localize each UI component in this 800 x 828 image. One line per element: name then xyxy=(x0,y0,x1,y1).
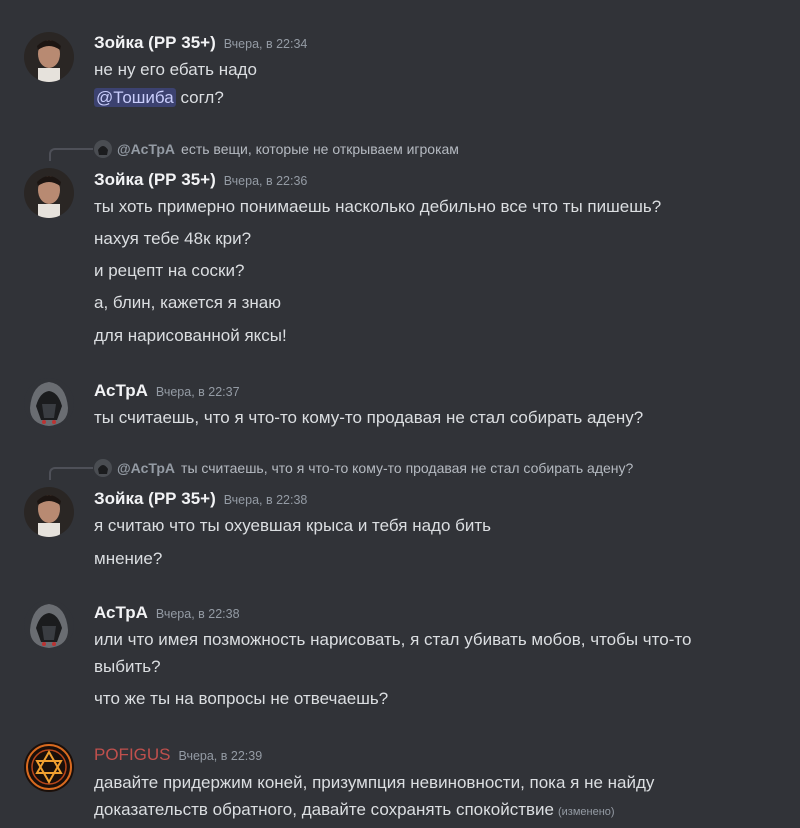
reply-spine xyxy=(49,467,93,480)
message-text: нахуя тебе 48к кри? xyxy=(94,229,252,248)
user-avatar[interactable] xyxy=(24,600,74,650)
message-text: ты хоть примерно понимаешь насколько деб… xyxy=(94,197,662,216)
reply-author[interactable]: @АсТрА xyxy=(117,460,175,476)
user-avatar[interactable] xyxy=(24,742,74,792)
message-text: и рецепт на соски? xyxy=(94,261,245,280)
message-text: ты считаешь, что я что-то кому-то продав… xyxy=(94,408,644,427)
reply-text[interactable]: есть вещи, которые не открываем игрокам xyxy=(181,141,459,157)
reply-spine xyxy=(49,148,93,161)
user-avatar[interactable] xyxy=(24,487,74,537)
message-text: не ну его ебать надо xyxy=(94,60,257,79)
message-text: давайте придержим коней, призумпция неви… xyxy=(94,773,655,792)
message-text: а, блин, кажется я знаю xyxy=(94,293,281,312)
author-label[interactable]: POFIGUS xyxy=(94,745,171,764)
message-text: выбить? xyxy=(94,657,161,676)
author-label[interactable]: Зойка (РР 35+) xyxy=(94,170,216,189)
message-text: мнение? xyxy=(94,549,163,568)
author-name[interactable]: АсТрА Вчера, в 22:38 xyxy=(94,603,240,623)
edited-marker: (изменено) xyxy=(557,806,615,818)
user-avatar[interactable] xyxy=(24,168,74,218)
timestamp: Вчера, в 22:38 xyxy=(155,607,240,621)
author-name[interactable]: Зойка (РР 35+) Вчера, в 22:34 xyxy=(94,33,307,53)
author-name[interactable]: АсТрА Вчера, в 22:37 xyxy=(94,381,240,401)
message-text-edited: доказательств обратного, давайте сохраня… xyxy=(94,800,615,820)
timestamp: Вчера, в 22:38 xyxy=(223,493,308,507)
author-name[interactable]: Зойка (РР 35+) Вчера, в 22:38 xyxy=(94,489,307,509)
reply-preview[interactable]: @АсТрА есть вещи, которые не открываем и… xyxy=(94,140,459,158)
message-text: или что имея позможность нарисовать, я с… xyxy=(94,630,692,649)
user-mention[interactable]: @Тошиба xyxy=(94,88,176,107)
message-text: доказательств обратного, давайте сохраня… xyxy=(94,800,554,819)
timestamp: Вчера, в 22:36 xyxy=(223,174,308,188)
timestamp: Вчера, в 22:37 xyxy=(155,385,240,399)
reply-avatar xyxy=(94,140,112,158)
author-name[interactable]: Зойка (РР 35+) Вчера, в 22:36 xyxy=(94,170,307,190)
user-avatar[interactable] xyxy=(24,32,74,82)
reply-author[interactable]: @АсТрА xyxy=(117,141,175,157)
message-text: согл? xyxy=(180,88,224,107)
author-label[interactable]: АсТрА xyxy=(94,381,148,400)
message-text-with-mention: @Тошиба согл? xyxy=(94,88,224,108)
reply-preview[interactable]: @АсТрА ты считаешь, что я что-то кому-то… xyxy=(94,459,633,477)
reply-avatar xyxy=(94,459,112,477)
message-text: для нарисованной яксы! xyxy=(94,326,287,345)
timestamp: Вчера, в 22:39 xyxy=(178,749,263,763)
author-name[interactable]: POFIGUS Вчера, в 22:39 xyxy=(94,745,262,765)
author-label[interactable]: АсТрА xyxy=(94,603,148,622)
user-avatar[interactable] xyxy=(24,378,74,428)
reply-text[interactable]: ты считаешь, что я что-то кому-то продав… xyxy=(181,460,633,476)
author-label[interactable]: Зойка (РР 35+) xyxy=(94,33,216,52)
message-text: что же ты на вопросы не отвечаешь? xyxy=(94,689,389,708)
message-text: я считаю что ты охуевшая крыса и тебя на… xyxy=(94,516,492,535)
author-label[interactable]: Зойка (РР 35+) xyxy=(94,489,216,508)
timestamp: Вчера, в 22:34 xyxy=(223,37,308,51)
